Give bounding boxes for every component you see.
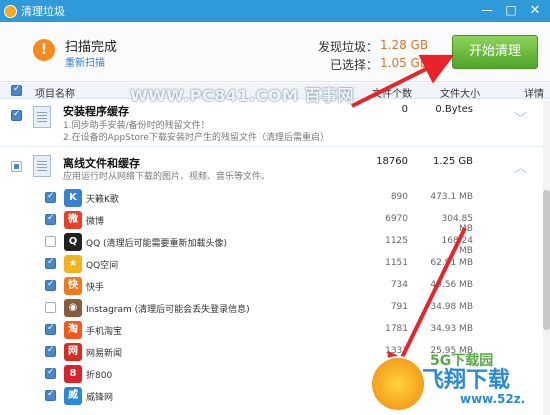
arrow-to-clean-button [351, 54, 455, 108]
download-site-logo: 5G下载园 飞翔下载 www.52z. [370, 352, 545, 412]
logo-badge-icon [370, 356, 426, 412]
logo-url-text: www.52z. [460, 392, 526, 406]
logo-main-text: 飞翔下载 [422, 368, 511, 393]
